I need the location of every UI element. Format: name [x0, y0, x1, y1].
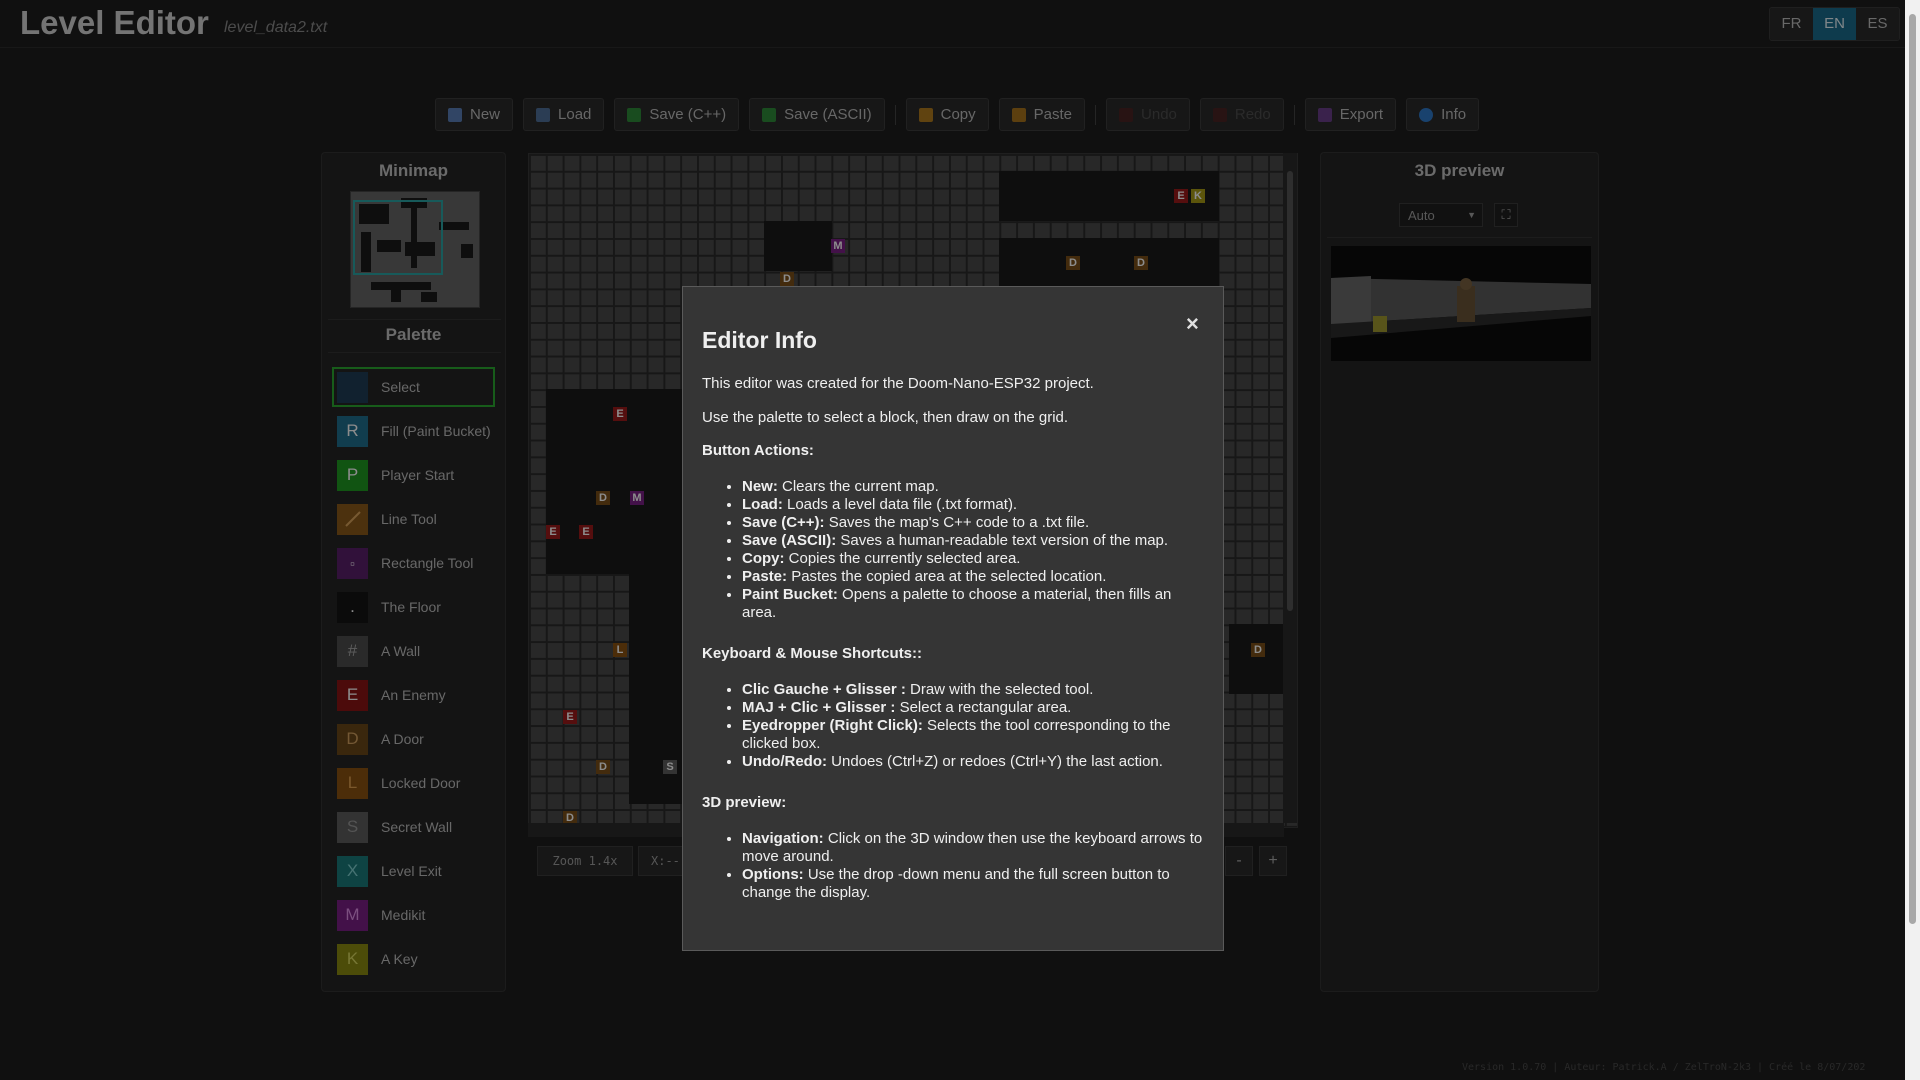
- list-item: Options: Use the drop -down menu and the…: [742, 866, 1203, 902]
- list-item: Undo/Redo: Undoes (Ctrl+Z) or redoes (Ct…: [742, 753, 1203, 771]
- list-item: Eyedropper (Right Click): Selects the to…: [742, 717, 1203, 753]
- shortcuts-list: Clic Gauche + Glisser : Draw with the se…: [742, 681, 1203, 771]
- list-item: New: Clears the current map.: [742, 478, 1203, 496]
- modal-intro: Use the palette to select a block, then …: [702, 409, 1069, 426]
- button-actions-list: New: Clears the current map. Load: Loads…: [742, 478, 1203, 622]
- list-item: Save (C++): Saves the map's C++ code to …: [742, 514, 1203, 532]
- preview-help-list: Navigation: Click on the 3D window then …: [742, 830, 1203, 902]
- list-item: Load: Loads a level data file (.txt form…: [742, 496, 1203, 514]
- modal-title: Editor Info: [702, 327, 817, 353]
- modal-section-heading: 3D preview:: [702, 794, 787, 811]
- modal-section-heading: Keyboard & Mouse Shortcuts::: [702, 645, 923, 662]
- page-scrollbar[interactable]: [1905, 0, 1920, 1080]
- close-icon[interactable]: ×: [1186, 311, 1199, 337]
- list-item: Clic Gauche + Glisser : Draw with the se…: [742, 681, 1203, 699]
- modal-section-heading: Button Actions:: [702, 442, 814, 459]
- list-item: Paste: Pastes the copied area at the sel…: [742, 568, 1203, 586]
- list-item: Copy: Copies the currently selected area…: [742, 550, 1203, 568]
- info-modal: × Editor Info This editor was created fo…: [682, 286, 1224, 951]
- modal-intro: This editor was created for the Doom-Nan…: [702, 375, 1094, 392]
- list-item: MAJ + Clic + Glisser : Select a rectangu…: [742, 699, 1203, 717]
- list-item: Navigation: Click on the 3D window then …: [742, 830, 1203, 866]
- list-item: Save (ASCII): Saves a human-readable tex…: [742, 532, 1203, 550]
- list-item: Paint Bucket: Opens a palette to choose …: [742, 586, 1203, 622]
- page-scroll-thumb[interactable]: [1909, 14, 1916, 924]
